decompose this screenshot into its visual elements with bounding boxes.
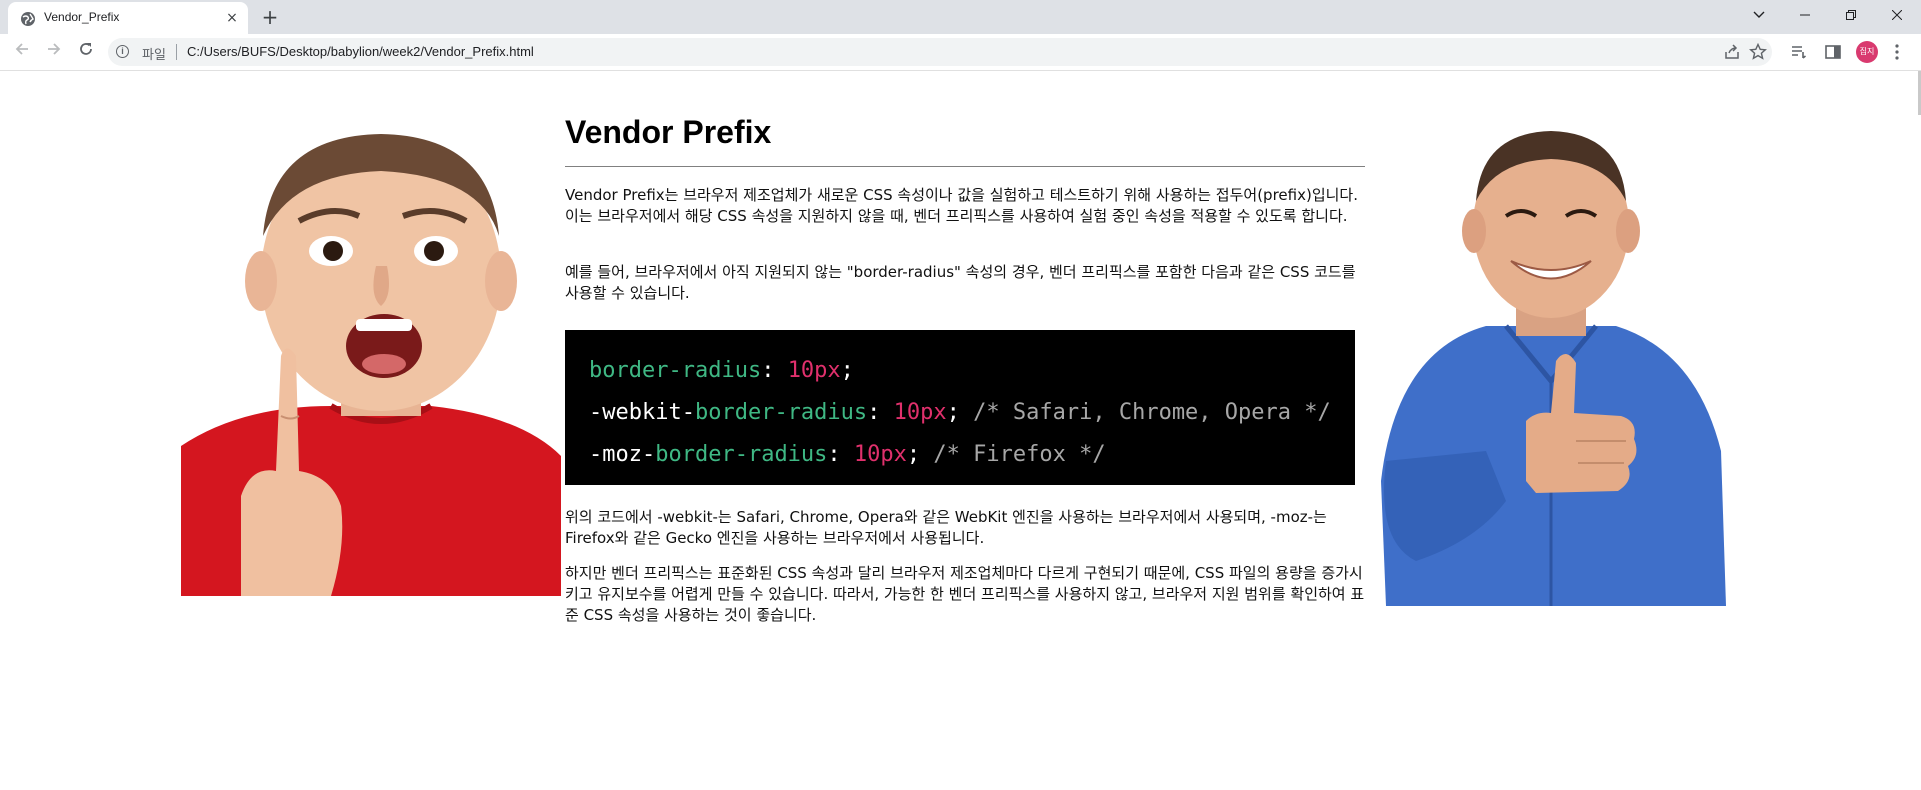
conclusion-paragraph: 하지만 벤더 프리픽스는 표준화된 CSS 속성과 달리 브라우저 제조업체마다… [565,564,1365,624]
code-colon: : [761,358,788,383]
restore-icon[interactable] [1828,0,1874,30]
menu-dots-icon[interactable] [1894,43,1900,61]
close-tab-icon[interactable]: × [224,10,240,26]
code-comment: /* Safari, Chrome, Opera */ [959,400,1331,425]
title-divider [565,166,1365,167]
profile-avatar[interactable]: 집지 [1856,41,1878,63]
url-separator [176,44,177,60]
info-icon[interactable]: i [116,45,129,58]
share-icon[interactable] [1723,43,1741,61]
thumbs-up-boy-image [1376,121,1728,606]
code-value: 10px [893,400,947,425]
tab-search-icon[interactable] [1736,0,1782,30]
code-semicolon: ; [946,400,960,425]
code-colon: : [827,442,854,467]
article: Vendor Prefix Vendor Prefix는 브라우저 제조업체가 … [565,108,1365,626]
reading-list-icon[interactable] [1790,43,1808,61]
code-property: border-radius [694,400,868,425]
code-semicolon: ; [840,358,854,383]
tab-title: Vendor_Prefix [44,10,120,24]
new-tab-button[interactable]: + [258,5,282,29]
tab-vendor-prefix[interactable]: Vendor_Prefix × [8,2,248,34]
back-icon[interactable] [10,40,34,64]
code-block: border-radius: 10px; -webkit-border-radiu… [565,330,1355,485]
page-content: Vendor Prefix Vendor Prefix는 브라우저 제조업체가 … [0,71,1921,790]
code-property: border-radius [589,358,762,383]
code-prefix: -webkit- [589,400,695,425]
code-comment: /* Firefox */ [920,442,1106,467]
surprised-boy-image [181,116,561,596]
code-semicolon: ; [906,442,921,467]
intro-paragraph: Vendor Prefix는 브라우저 제조업체가 새로운 CSS 속성이나 값… [565,186,1358,225]
explanation-paragraph: 위의 코드에서 -webkit-는 Safari, Chrome, Opera와… [565,508,1327,547]
code-line-2: -webkit-border-radius: 10px; /* Safari, … [589,392,1331,434]
code-value: 10px [787,358,841,383]
url-text[interactable]: C:/Users/BUFS/Desktop/babylion/week2/Ven… [187,44,534,59]
forward-icon[interactable] [42,40,66,64]
example-paragraph: 예를 들어, 브라우저에서 아직 지원되지 않는 "border-radius"… [565,263,1356,302]
code-property: border-radius [655,442,828,467]
code-colon: : [867,400,894,425]
code-line-3: -moz-border-radius: 10px; /* Firefox */ [589,434,1331,476]
code-prefix: -moz- [589,442,656,467]
code-line-1: border-radius: 10px; [589,350,1331,392]
minimize-icon[interactable] [1782,0,1828,30]
browser-toolbar: i 파일 C:/Users/BUFS/Desktop/babylion/week… [0,34,1921,71]
close-window-icon[interactable] [1874,0,1920,30]
page-title: Vendor Prefix [565,114,772,150]
scheme-label: 파일 [142,48,166,63]
reload-icon[interactable] [74,40,98,64]
bookmark-star-icon[interactable] [1749,43,1767,61]
address-bar[interactable]: i 파일 C:/Users/BUFS/Desktop/babylion/week… [108,38,1772,66]
side-panel-icon[interactable] [1824,43,1842,61]
code-value: 10px [853,442,907,467]
globe-icon [21,12,35,26]
tab-strip: Vendor_Prefix × + [0,0,1921,34]
